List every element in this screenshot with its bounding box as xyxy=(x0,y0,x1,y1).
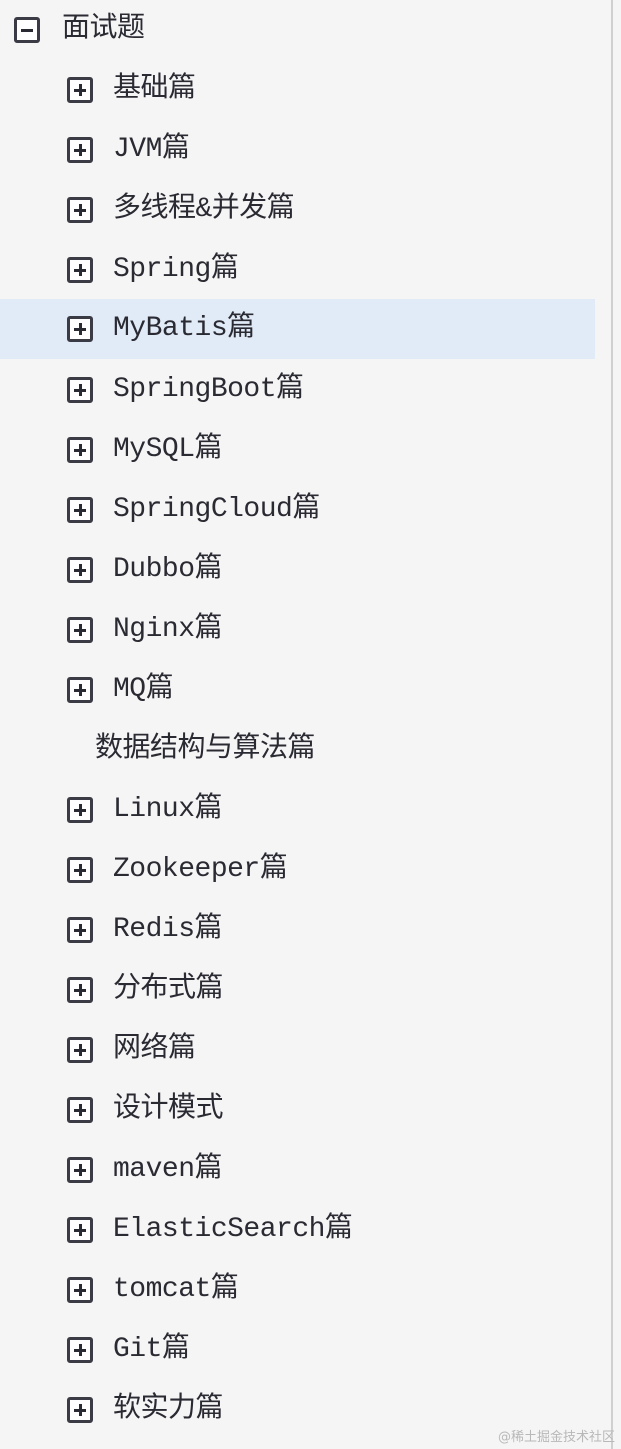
tree-item-label: 软实力篇 xyxy=(113,1394,224,1425)
tree-item-label: tomcat篇 xyxy=(113,1274,239,1305)
expand-icon[interactable] xyxy=(67,677,93,703)
expand-icon[interactable] xyxy=(67,857,93,883)
tree-item-springcloud[interactable]: SpringCloud篇 xyxy=(0,480,595,540)
tree-item-label: Nginx篇 xyxy=(113,614,223,645)
expand-icon[interactable] xyxy=(67,1157,93,1183)
tree-item-label: Dubbo篇 xyxy=(113,554,223,585)
tree-item-linux[interactable]: Linux篇 xyxy=(0,780,595,840)
expand-icon[interactable] xyxy=(67,1037,93,1063)
expand-icon[interactable] xyxy=(67,1217,93,1243)
expand-icon[interactable] xyxy=(67,1097,93,1123)
expand-icon[interactable] xyxy=(67,917,93,943)
expand-icon[interactable] xyxy=(67,797,93,823)
tree-item-label: Spring篇 xyxy=(113,254,239,285)
tree-item-mq[interactable]: MQ篇 xyxy=(0,660,595,720)
tree-item-basics[interactable]: 基础篇 xyxy=(0,60,595,120)
outline-tree: 面试题 基础篇 JVM篇 多线程&并发篇 Spring篇 MyBatis篇 Sp… xyxy=(0,0,611,1449)
tree-item-label: 数据结构与算法篇 xyxy=(95,734,316,765)
tree-item-label: MQ篇 xyxy=(113,674,174,705)
tree-item-label: SpringCloud篇 xyxy=(113,494,320,525)
tree-item-label: SpringBoot篇 xyxy=(113,374,304,405)
tree-item-springboot[interactable]: SpringBoot篇 xyxy=(0,360,595,420)
expand-icon[interactable] xyxy=(67,197,93,223)
tree-item-label: 设计模式 xyxy=(113,1094,224,1125)
tree-item-label: 网络篇 xyxy=(113,1034,196,1065)
panel-divider xyxy=(611,0,613,1449)
tree-item-label: 分布式篇 xyxy=(113,974,224,1005)
tree-item-label: maven篇 xyxy=(113,1154,223,1185)
tree-item-dubbo[interactable]: Dubbo篇 xyxy=(0,540,595,600)
tree-item-redis[interactable]: Redis篇 xyxy=(0,900,595,960)
tree-item-mybatis[interactable]: MyBatis篇 xyxy=(0,299,595,359)
expand-icon[interactable] xyxy=(67,137,93,163)
tree-item-label: Linux篇 xyxy=(113,794,223,825)
collapse-icon[interactable] xyxy=(14,17,40,43)
expand-icon[interactable] xyxy=(67,257,93,283)
expand-icon[interactable] xyxy=(67,1397,93,1423)
expand-icon[interactable] xyxy=(67,1337,93,1363)
watermark: @稀土掘金技术社区 xyxy=(497,1430,615,1445)
tree-item-network[interactable]: 网络篇 xyxy=(0,1020,595,1080)
tree-item-git[interactable]: Git篇 xyxy=(0,1320,595,1380)
expand-icon[interactable] xyxy=(67,316,93,342)
tree-item-tomcat[interactable]: tomcat篇 xyxy=(0,1260,595,1320)
expand-icon[interactable] xyxy=(67,437,93,463)
tree-item-elasticsearch[interactable]: ElasticSearch篇 xyxy=(0,1200,595,1260)
tree-item-mysql[interactable]: MySQL篇 xyxy=(0,420,595,480)
tree-item-concurrency[interactable]: 多线程&并发篇 xyxy=(0,180,595,240)
expand-icon[interactable] xyxy=(67,497,93,523)
expand-icon[interactable] xyxy=(67,977,93,1003)
tree-item-label: Zookeeper篇 xyxy=(113,854,288,885)
tree-root-interview[interactable]: 面试题 xyxy=(0,0,595,60)
expand-icon[interactable] xyxy=(67,1277,93,1303)
expand-icon[interactable] xyxy=(67,557,93,583)
expand-icon[interactable] xyxy=(67,617,93,643)
tree-item-label: Redis篇 xyxy=(113,914,223,945)
tree-item-jvm[interactable]: JVM篇 xyxy=(0,120,595,180)
expand-icon[interactable] xyxy=(67,377,93,403)
tree-item-nginx[interactable]: Nginx篇 xyxy=(0,600,595,660)
tree-item-label: 多线程&并发篇 xyxy=(113,194,295,225)
tree-item-maven[interactable]: maven篇 xyxy=(0,1140,595,1200)
tree-root-label: 面试题 xyxy=(62,14,145,45)
tree-item-label: Git篇 xyxy=(113,1334,190,1365)
tree-item-label: MySQL篇 xyxy=(113,434,223,465)
tree-item-label: MyBatis篇 xyxy=(113,313,255,344)
tree-item-algorithms[interactable]: 数据结构与算法篇 xyxy=(0,720,595,780)
tree-item-label: JVM篇 xyxy=(113,134,190,165)
tree-item-distributed[interactable]: 分布式篇 xyxy=(0,960,595,1020)
tree-item-label: 基础篇 xyxy=(113,74,196,105)
expand-icon[interactable] xyxy=(67,77,93,103)
tree-item-label: ElasticSearch篇 xyxy=(113,1214,353,1245)
tree-item-design-patterns[interactable]: 设计模式 xyxy=(0,1080,595,1140)
tree-item-zookeeper[interactable]: Zookeeper篇 xyxy=(0,840,595,900)
tree-item-spring[interactable]: Spring篇 xyxy=(0,240,595,300)
